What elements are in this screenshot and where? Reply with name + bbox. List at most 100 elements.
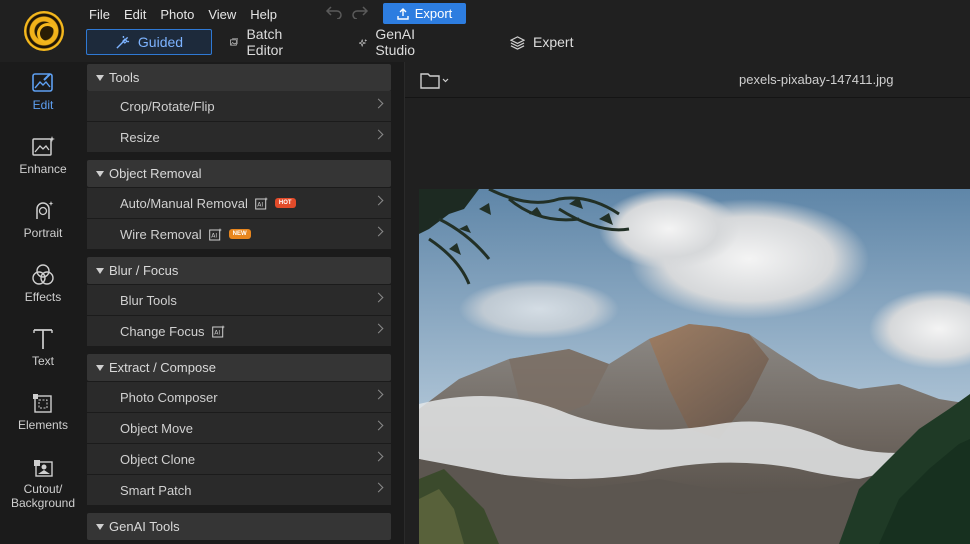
sidebar-item-label-line2: Background [10,496,76,510]
panel-divider[interactable] [392,62,404,544]
tool-smart-patch[interactable]: Smart Patch [87,475,391,505]
mode-expert-label: Expert [533,34,574,50]
svg-text:AI: AI [211,232,217,239]
open-folder-button[interactable] [419,70,451,90]
mode-guided-tab[interactable]: Guided [86,29,212,55]
sidebar-item-label: Text [31,354,54,368]
batch-images-icon [230,37,239,45]
group-header-extract-compose[interactable]: Extract / Compose [87,354,391,381]
collapse-caret-icon [96,267,104,274]
mode-batch-label: Batch Editor [246,26,284,58]
menu-edit[interactable]: Edit [117,5,153,25]
redo-icon[interactable] [350,5,370,23]
sidebar-item-label: Cutout/ [23,482,63,496]
sparkle-icon [359,38,368,47]
chevron-right-icon [373,420,384,431]
photo-image [419,189,970,544]
chevron-right-icon [373,292,384,303]
tool-label: Crop/Rotate/Flip [120,98,215,114]
sidebar-item-label: Portrait [23,226,63,240]
sidebar-item-effects[interactable]: Effects [0,263,86,304]
export-button[interactable]: Export [383,3,466,24]
folder-icon [420,73,449,89]
mode-expert-tab[interactable]: Expert [510,29,573,55]
effects-icon [32,264,54,285]
group-title: Extract / Compose [109,360,216,375]
sidebar-item-edit[interactable]: Edit [0,71,86,112]
mode-guided-label: Guided [137,34,184,50]
tool-auto-manual-removal[interactable]: Auto/Manual Removal AI HOT [87,188,391,218]
sidebar-item-label: Effects [24,290,62,304]
layers-icon [510,35,525,50]
chevron-right-icon [373,195,384,206]
sidebar-item-elements[interactable]: Elements [0,391,86,432]
undo-icon[interactable] [324,5,344,23]
tool-label: Wire Removal [120,226,202,242]
tool-label: Auto/Manual Removal [120,195,248,211]
svg-text:AI: AI [214,329,220,336]
text-icon [33,329,53,349]
magic-wand-icon [116,35,129,49]
title-bar: File Edit Photo View Help Export Guided … [0,0,970,62]
export-icon [397,7,409,20]
menu-bar: File Edit Photo View Help [82,5,284,25]
menu-photo[interactable]: Photo [153,5,201,25]
svg-text:AI: AI [257,201,263,208]
hot-badge: HOT [274,198,296,208]
menu-view[interactable]: View [201,5,243,25]
tool-photo-composer[interactable]: Photo Composer [87,382,391,412]
group-title: GenAI Tools [109,519,180,534]
sidebar-item-text[interactable]: Text [0,327,86,368]
cutout-icon [34,460,53,477]
chevron-right-icon [373,129,384,140]
sidebar-item-label: Elements [17,418,69,432]
file-name: pexels-pixabay-147411.jpg [739,72,894,87]
ai-badge-icon: AI [208,227,222,240]
tool-wire-removal[interactable]: Wire Removal AI NEW [87,219,391,249]
mode-genai-tab[interactable]: GenAI Studio [359,26,422,58]
group-header-object-removal[interactable]: Object Removal [87,160,391,187]
tool-resize[interactable]: Resize [87,122,391,152]
left-sidebar: Edit Enhance Portrait Effects Text Eleme… [0,62,86,544]
tool-object-clone[interactable]: Object Clone [87,444,391,474]
group-title: Blur / Focus [109,263,179,278]
tool-label: Change Focus [120,323,205,339]
sidebar-item-enhance[interactable]: Enhance [0,135,86,176]
tool-label: Photo Composer [120,389,218,405]
tool-label: Resize [120,129,160,145]
tool-change-focus[interactable]: Change Focus AI [87,316,391,346]
sidebar-item-cutout[interactable]: Cutout/ Background [0,455,86,510]
group-header-genai-tools[interactable]: GenAI Tools [87,513,391,540]
group-title: Object Removal [109,166,202,181]
group-title: Tools [109,70,140,85]
tool-blur-tools[interactable]: Blur Tools [87,285,391,315]
guided-tools-panel: Tools Crop/Rotate/Flip Resize Object Rem… [86,62,392,544]
chevron-right-icon [373,389,384,400]
tool-crop-rotate-flip[interactable]: Crop/Rotate/Flip [87,91,391,121]
chevron-right-icon [373,482,384,493]
mode-batch-tab[interactable]: Batch Editor [230,26,290,58]
tool-object-move[interactable]: Object Move [87,413,391,443]
chevron-right-icon [373,451,384,462]
sidebar-item-label: Enhance [19,162,67,176]
collapse-caret-icon [96,170,104,177]
elements-icon [33,394,52,413]
collapse-caret-icon [96,523,104,530]
chevron-right-icon [373,323,384,334]
menu-file[interactable]: File [82,5,117,25]
chevron-right-icon [373,226,384,237]
tool-label: Object Move [120,420,193,436]
group-header-blur-focus[interactable]: Blur / Focus [87,257,391,284]
new-badge: NEW [228,229,251,239]
edit-photo-icon [32,73,53,92]
tool-label: Blur Tools [120,292,177,308]
mode-genai-label: GenAI Studio [375,26,416,58]
tool-label: Smart Patch [120,482,192,498]
menu-help[interactable]: Help [243,5,284,25]
group-header-tools[interactable]: Tools [87,64,391,91]
enhance-icon [32,136,55,156]
sidebar-item-label: Edit [32,98,54,112]
collapse-caret-icon [96,364,104,371]
sidebar-item-portrait[interactable]: Portrait [0,199,86,240]
photo-canvas[interactable] [419,189,970,544]
